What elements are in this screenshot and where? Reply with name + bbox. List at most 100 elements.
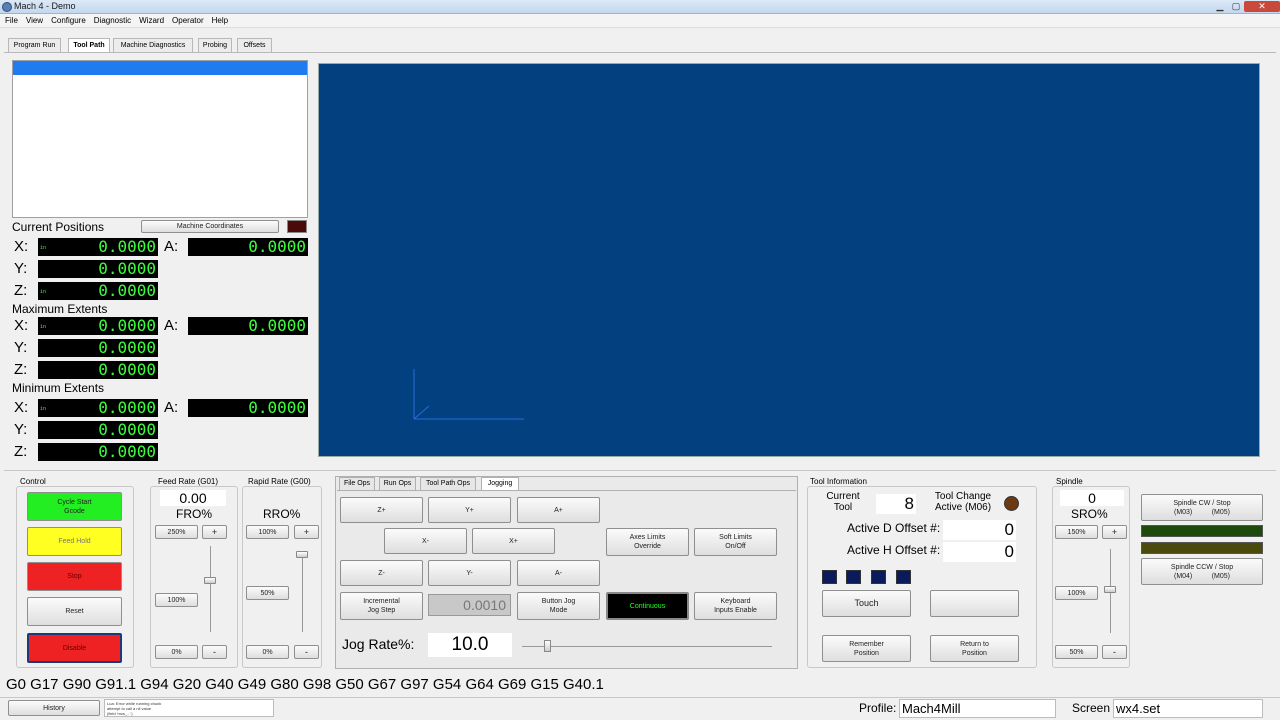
menu-diagnostic[interactable]: Diagnostic bbox=[89, 14, 134, 25]
sro-50-button[interactable]: 50% bbox=[1055, 645, 1098, 659]
subtab-file-ops[interactable]: File Ops bbox=[339, 477, 375, 490]
rro-100-button[interactable]: 100% bbox=[246, 525, 289, 539]
jog-rate-label: Jog Rate%: bbox=[342, 636, 415, 652]
rapid-rate-title: Rapid Rate (G00) bbox=[246, 477, 313, 486]
spindle-ccw-stop-button[interactable]: Spindle CCW / Stop (M04) (M05) bbox=[1141, 558, 1263, 585]
jog-increment-field[interactable]: 0.0010 bbox=[428, 594, 511, 616]
menu-configure[interactable]: Configure bbox=[46, 14, 89, 25]
jog-y-plus-button[interactable]: Y+ bbox=[428, 497, 511, 523]
jog-a-minus-button[interactable]: A- bbox=[517, 560, 600, 586]
rro-label: RRO% bbox=[263, 507, 301, 521]
jog-x-plus-button[interactable]: X+ bbox=[472, 528, 555, 554]
min-y-dro[interactable]: 0.0000 bbox=[38, 421, 158, 439]
sro-minus-button[interactable]: - bbox=[1102, 645, 1127, 659]
subtab-jogging[interactable]: Jogging bbox=[481, 477, 519, 490]
rro-plus-button[interactable]: + bbox=[294, 525, 319, 539]
return-to-position-button[interactable]: Return to Position bbox=[930, 635, 1019, 662]
gcode-list[interactable] bbox=[12, 60, 308, 218]
disable-button[interactable]: Disable bbox=[27, 633, 122, 663]
rro-0-button[interactable]: 0% bbox=[246, 645, 289, 659]
feed-rate-title: Feed Rate (G01) bbox=[156, 477, 221, 486]
axes-limits-override-button[interactable]: Axes Limits Override bbox=[606, 528, 689, 556]
fro-0-button[interactable]: 0% bbox=[155, 645, 198, 659]
menu-help[interactable]: Help bbox=[207, 14, 231, 25]
jog-rate-slider-thumb[interactable] bbox=[544, 640, 551, 652]
max-x-dro[interactable]: in 0.0000 bbox=[38, 317, 158, 335]
reset-button[interactable]: Reset bbox=[27, 597, 122, 626]
unit-tag: in bbox=[40, 324, 47, 330]
sro-plus-button[interactable]: + bbox=[1102, 525, 1127, 539]
tab-tool-path[interactable]: Tool Path bbox=[68, 38, 110, 52]
gcode-current-line[interactable] bbox=[13, 61, 307, 75]
max-a-dro[interactable]: 0.0000 bbox=[188, 317, 308, 335]
menu-view[interactable]: View bbox=[21, 14, 46, 25]
menu-wizard[interactable]: Wizard bbox=[134, 14, 167, 25]
fro-slider-thumb[interactable] bbox=[204, 577, 216, 584]
tab-program-run[interactable]: Program Run bbox=[8, 38, 61, 52]
sro-slider-thumb[interactable] bbox=[1104, 586, 1116, 594]
menu-file[interactable]: File bbox=[0, 14, 21, 25]
app-icon bbox=[2, 2, 12, 12]
max-y-label: Y: bbox=[14, 339, 28, 356]
continuous-mode-indicator[interactable]: Continuous bbox=[606, 592, 689, 620]
min-x-dro[interactable]: in 0.0000 bbox=[38, 399, 158, 417]
current-x-dro[interactable]: in 0.0000 bbox=[38, 238, 158, 256]
current-z-dro[interactable]: in 0.0000 bbox=[38, 282, 158, 300]
remember-position-button[interactable]: Remember Position bbox=[822, 635, 911, 662]
menu-operator[interactable]: Operator bbox=[167, 14, 207, 25]
min-a-dro[interactable]: 0.0000 bbox=[188, 399, 308, 417]
soft-limits-button[interactable]: Soft Limits On/Off bbox=[694, 528, 777, 556]
subtab-run-ops[interactable]: Run Ops bbox=[379, 477, 416, 490]
minimize-button[interactable]: ▁ bbox=[1212, 1, 1228, 12]
tab-probing[interactable]: Probing bbox=[198, 38, 232, 52]
menu-bar: File View Configure Diagnostic Wizard Operato… bbox=[0, 14, 1280, 28]
jog-y-minus-button[interactable]: Y- bbox=[428, 560, 511, 586]
jog-z-minus-button[interactable]: Z- bbox=[340, 560, 423, 586]
current-x-value: 0.0000 bbox=[98, 237, 156, 256]
jog-z-plus-button[interactable]: Z+ bbox=[340, 497, 423, 523]
spindle-cw-led bbox=[1141, 525, 1263, 537]
close-button[interactable]: ✕ bbox=[1244, 1, 1280, 12]
d-offset-label: Active D Offset #: bbox=[847, 521, 941, 535]
min-z-label: Z: bbox=[14, 443, 28, 460]
fro-plus-button[interactable]: + bbox=[202, 525, 227, 539]
touch-button[interactable]: Touch bbox=[822, 590, 911, 617]
window-title: Mach 4 - Demo bbox=[14, 1, 76, 11]
sro-100-button[interactable]: 100% bbox=[1055, 586, 1098, 600]
history-button[interactable]: History bbox=[8, 700, 100, 716]
jog-rate-value[interactable]: 10.0 bbox=[428, 633, 512, 657]
tab-machine-diagnostics[interactable]: Machine Diagnostics bbox=[113, 38, 193, 52]
jog-a-plus-button[interactable]: A+ bbox=[517, 497, 600, 523]
machine-coordinates-button[interactable]: Machine Coordinates bbox=[141, 220, 279, 233]
max-z-dro[interactable]: 0.0000 bbox=[38, 361, 158, 379]
jog-x-minus-button[interactable]: X- bbox=[384, 528, 467, 554]
fro-250-button[interactable]: 250% bbox=[155, 525, 198, 539]
current-a-dro[interactable]: 0.0000 bbox=[188, 238, 308, 256]
feed-hold-button[interactable]: Feed Hold bbox=[27, 527, 122, 556]
min-z-value: 0.0000 bbox=[98, 442, 156, 461]
rro-50-button[interactable]: 50% bbox=[246, 586, 289, 600]
axis-origin-graphic bbox=[413, 369, 524, 420]
tab-offsets[interactable]: Offsets bbox=[237, 38, 272, 52]
blank-tool-button[interactable] bbox=[930, 590, 1019, 617]
subtab-tool-path-ops[interactable]: Tool Path Ops bbox=[420, 477, 476, 490]
cycle-start-button[interactable]: Cycle Start Gcode bbox=[27, 492, 122, 521]
rro-slider-thumb[interactable] bbox=[296, 551, 308, 558]
rro-minus-button[interactable]: - bbox=[294, 645, 319, 659]
current-y-dro[interactable]: 0.0000 bbox=[38, 260, 158, 278]
button-jog-mode-button[interactable]: Button Jog Mode bbox=[517, 592, 600, 620]
spindle-ccw-led bbox=[1141, 542, 1263, 554]
sro-150-button[interactable]: 150% bbox=[1055, 525, 1098, 539]
spindle-title: Spindle bbox=[1054, 477, 1085, 486]
spindle-cw-stop-button[interactable]: Spindle CW / Stop (M03) (M05) bbox=[1141, 494, 1263, 521]
maximize-button[interactable]: ▢ bbox=[1228, 1, 1244, 12]
incremental-jog-step-button[interactable]: Incremental Jog Step bbox=[340, 592, 423, 620]
fro-minus-button[interactable]: - bbox=[202, 645, 227, 659]
keyboard-inputs-enable-button[interactable]: Keyboard Inputs Enable bbox=[694, 592, 777, 620]
stop-button[interactable]: Stop bbox=[27, 562, 122, 591]
max-y-dro[interactable]: 0.0000 bbox=[38, 339, 158, 357]
fro-100-button[interactable]: 100% bbox=[155, 593, 198, 607]
control-title: Control bbox=[18, 477, 48, 486]
toolpath-viewport[interactable] bbox=[318, 63, 1260, 457]
min-z-dro[interactable]: 0.0000 bbox=[38, 443, 158, 461]
